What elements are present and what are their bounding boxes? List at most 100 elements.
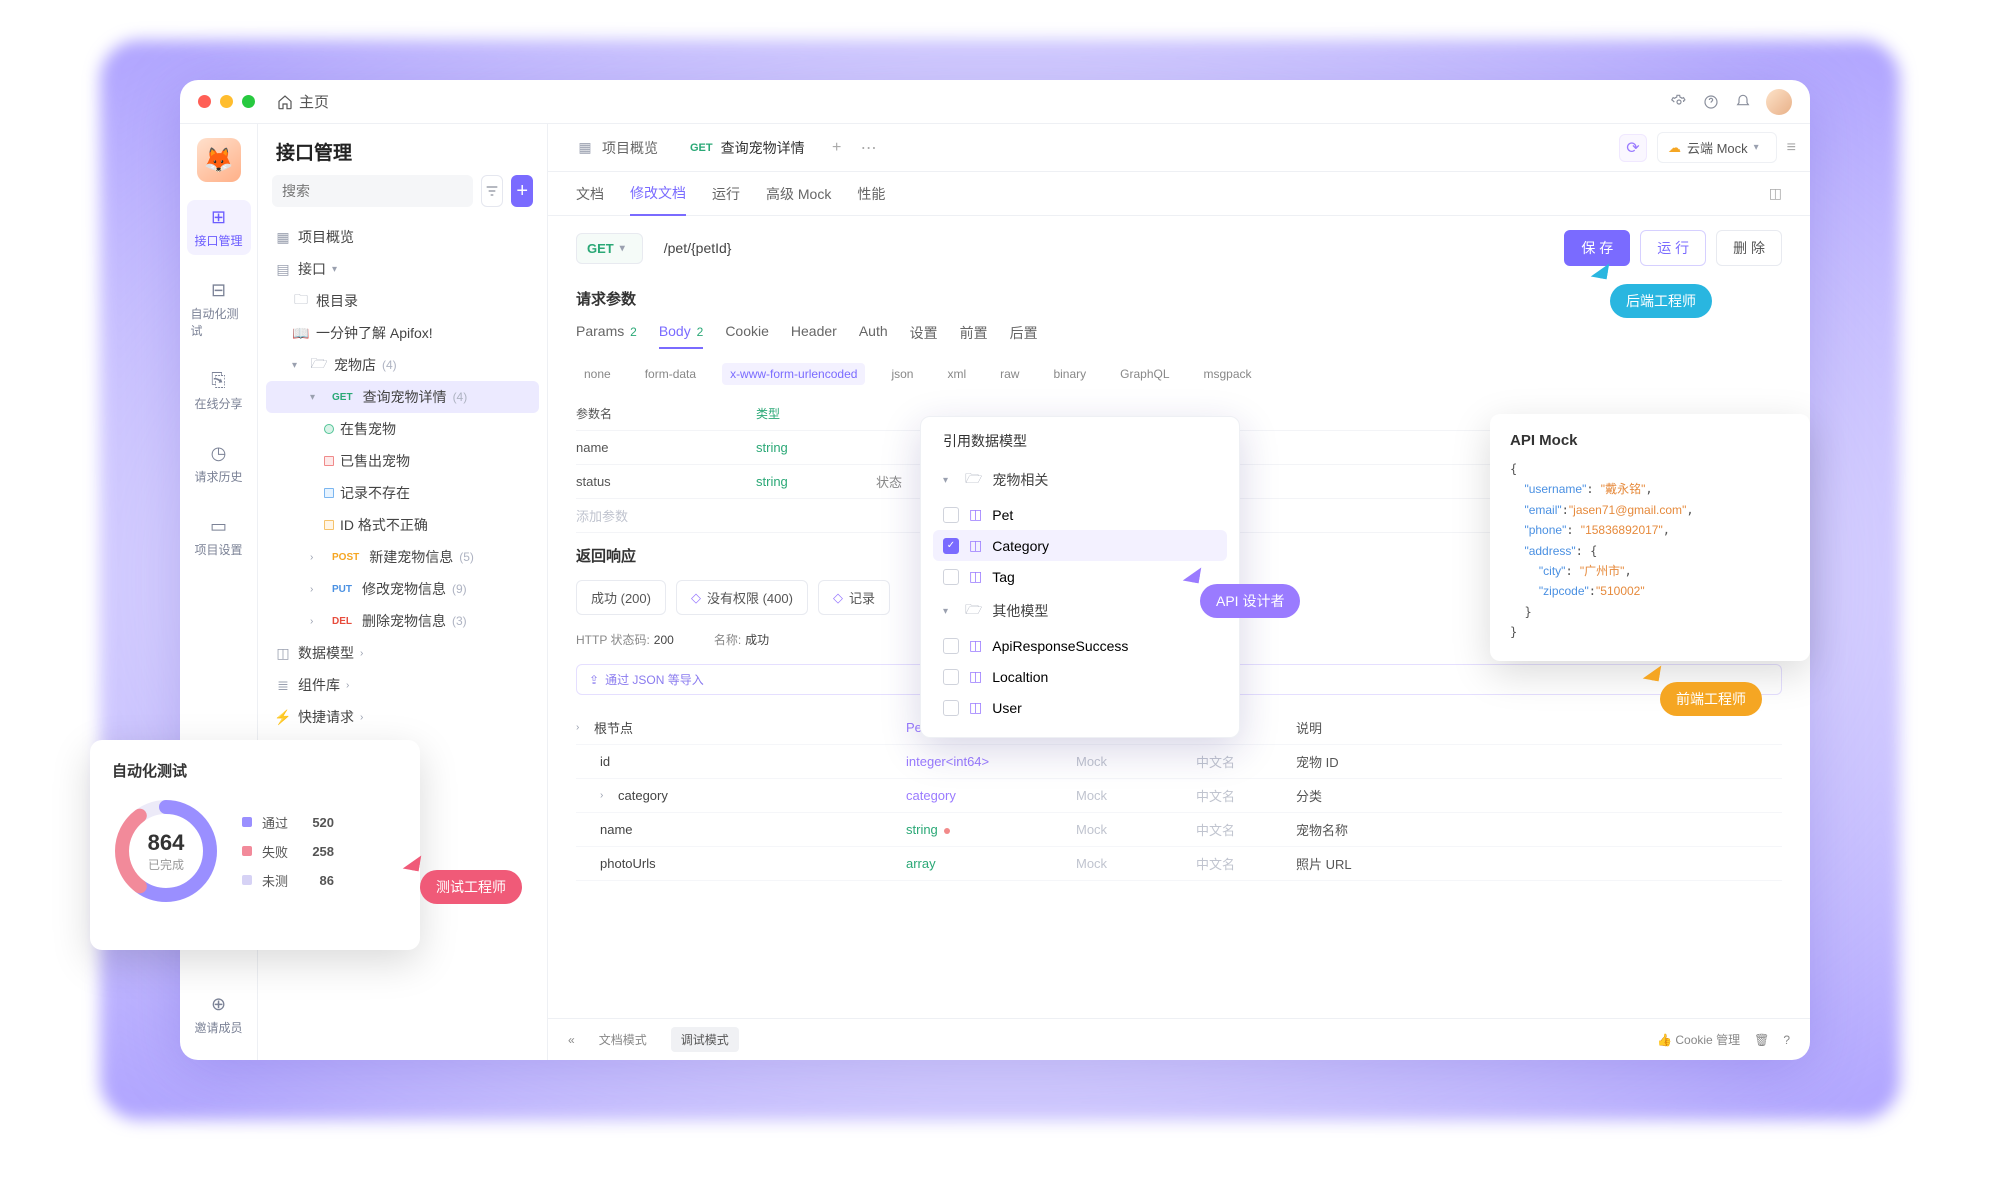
schema-row[interactable]: id integer<int64> Mock 中文名 宠物 ID <box>576 745 1782 779</box>
cube-icon: ◫ <box>969 568 982 585</box>
tree-petstore[interactable]: ▾ 🗁 宠物店 (4) <box>266 349 539 381</box>
sub-tab-edit-doc[interactable]: 修改文档 <box>630 172 686 216</box>
tree-components[interactable]: ≣组件库› <box>266 669 539 701</box>
layout-toggle-icon[interactable]: ◫ <box>1769 185 1782 202</box>
diamond-icon: ◇ <box>833 590 843 606</box>
rail-share[interactable]: ⎘ 在线分享 <box>187 363 251 418</box>
body-type-raw[interactable]: raw <box>992 363 1027 385</box>
tree-api-root[interactable]: ▤ 接口 ▾ <box>266 253 539 285</box>
param-tab-pre[interactable]: 前置 <box>960 323 988 349</box>
sub-tab-mock[interactable]: 高级 Mock <box>766 173 831 215</box>
add-tab-button[interactable]: + <box>823 134 851 162</box>
rail-invite[interactable]: ⊕ 邀请成员 <box>187 987 251 1042</box>
rail-api-management[interactable]: ⊞ 接口管理 <box>187 200 251 255</box>
body-type-none[interactable]: none <box>576 363 619 385</box>
help-icon[interactable]: ? <box>1783 1033 1790 1047</box>
param-tab-body[interactable]: Body 2 <box>659 323 704 349</box>
status-dot-blue <box>324 488 334 498</box>
tree-get-pet-detail[interactable]: ▾ GET 查询宠物详情 (4) <box>266 381 539 413</box>
body-type-xml[interactable]: xml <box>939 363 974 385</box>
schema-row[interactable]: name string Mock 中文名 宠物名称 <box>576 813 1782 847</box>
popover-item-category[interactable]: ✓◫Category <box>933 530 1227 561</box>
doc-mode-button[interactable]: 文档模式 <box>589 1027 657 1052</box>
tree-not-found[interactable]: 记录不存在 <box>266 477 539 509</box>
body-type-graphql[interactable]: GraphQL <box>1112 363 1177 385</box>
rail-history[interactable]: ◷ 请求历史 <box>187 436 251 491</box>
folder-icon: 🗀 <box>292 292 310 310</box>
maximize-window-icon[interactable] <box>242 95 255 108</box>
tree-sold[interactable]: 已售出宠物 <box>266 445 539 477</box>
resp-tab-record[interactable]: ◇记录 <box>818 580 890 615</box>
body-type-binary[interactable]: binary <box>1045 363 1094 385</box>
tree-quick-request[interactable]: ⚡快捷请求› <box>266 701 539 733</box>
tree-post-pet[interactable]: ›POST新建宠物信息(5) <box>266 541 539 573</box>
rail-settings[interactable]: ▭ 项目设置 <box>187 509 251 564</box>
url-path[interactable]: /pet/{petId} <box>653 232 1555 264</box>
body-type-urlencoded[interactable]: x-www-form-urlencoded <box>722 363 865 385</box>
share-icon: ⎘ <box>208 369 230 391</box>
delete-button[interactable]: 删 除 <box>1716 230 1782 266</box>
chevron-down-icon: ▾ <box>292 360 304 371</box>
popover-item-location[interactable]: ◫Localtion <box>927 661 1233 692</box>
sub-tab-doc[interactable]: 文档 <box>576 173 604 215</box>
popover-item-user[interactable]: ◫User <box>927 692 1233 723</box>
refresh-button[interactable]: ⟳ <box>1619 134 1647 162</box>
cookie-manage[interactable]: 👍 Cookie 管理 <box>1657 1031 1740 1048</box>
app-logo[interactable]: 🦊 <box>197 138 241 182</box>
add-button[interactable]: + <box>511 175 533 207</box>
tree-on-sale[interactable]: 在售宠物 <box>266 413 539 445</box>
param-tab-auth[interactable]: Auth <box>859 323 888 349</box>
tree-put-pet[interactable]: ›PUT修改宠物信息(9) <box>266 573 539 605</box>
body-types: none form-data x-www-form-urlencoded jso… <box>548 355 1810 393</box>
rail-automation[interactable]: ⊟ 自动化测试 <box>187 273 251 345</box>
trash-icon[interactable]: 🗑 <box>1754 1033 1769 1047</box>
resp-tab-400[interactable]: ◇没有权限 (400) <box>676 580 808 615</box>
popover-group[interactable]: ▾🗁宠物相关 <box>927 461 1233 499</box>
chevron-down-icon: ▾ <box>1754 142 1766 153</box>
search-input[interactable] <box>272 175 473 207</box>
tree-root-dir[interactable]: 🗀 根目录 <box>266 285 539 317</box>
cloud-icon: ☁ <box>1668 140 1681 156</box>
user-avatar[interactable] <box>1766 89 1792 115</box>
param-tab-header[interactable]: Header <box>791 323 837 349</box>
filter-button[interactable] <box>481 175 503 207</box>
schema-row[interactable]: photoUrls array Mock 中文名 照片 URL <box>576 847 1782 881</box>
param-tab-cookie[interactable]: Cookie <box>725 323 769 349</box>
sub-tab-perf[interactable]: 性能 <box>857 173 885 215</box>
tree-data-model[interactable]: ◫数据模型› <box>266 637 539 669</box>
window-controls[interactable] <box>198 95 255 108</box>
cube-icon: ◫ <box>274 644 292 662</box>
tab-get-pet-detail[interactable]: GET 查询宠物详情 <box>676 130 819 166</box>
popover-item-pet[interactable]: ◫Pet <box>927 499 1233 530</box>
popover-group[interactable]: ▾🗁其他模型 <box>927 592 1233 630</box>
minimize-window-icon[interactable] <box>220 95 233 108</box>
popover-item-apiresponse[interactable]: ◫ApiResponseSuccess <box>927 630 1233 661</box>
settings-icon[interactable] <box>1670 93 1688 111</box>
tree-project-overview[interactable]: ▦ 项目概览 <box>266 221 539 253</box>
tree-invalid-id[interactable]: ID 格式不正确 <box>266 509 539 541</box>
debug-mode-button[interactable]: 调试模式 <box>671 1027 739 1052</box>
mock-env-select[interactable]: ☁ 云端 Mock ▾ <box>1657 132 1777 163</box>
body-type-json[interactable]: json <box>883 363 921 385</box>
param-tab-params[interactable]: Params 2 <box>576 323 637 349</box>
home-breadcrumb[interactable]: 主页 <box>277 91 329 112</box>
tree-learn-apifox[interactable]: 📖 一分钟了解 Apifox! <box>266 317 539 349</box>
param-tab-settings[interactable]: 设置 <box>910 323 938 349</box>
resp-tab-200[interactable]: 成功 (200) <box>576 580 666 615</box>
collapse-icon[interactable]: « <box>568 1033 575 1047</box>
tree-del-pet[interactable]: ›DEL删除宠物信息(3) <box>266 605 539 637</box>
run-button[interactable]: 运 行 <box>1640 230 1706 266</box>
tab-project-overview[interactable]: ▦ 项目概览 <box>562 130 672 166</box>
menu-icon[interactable]: ≡ <box>1787 139 1796 157</box>
tab-more-button[interactable]: ⋯ <box>855 134 883 162</box>
body-type-form-data[interactable]: form-data <box>637 363 704 385</box>
param-tab-post[interactable]: 后置 <box>1010 323 1038 349</box>
notification-icon[interactable] <box>1734 93 1752 111</box>
sub-tabs: 文档 修改文档 运行 高级 Mock 性能 ◫ <box>548 172 1810 216</box>
close-window-icon[interactable] <box>198 95 211 108</box>
sub-tab-run[interactable]: 运行 <box>712 173 740 215</box>
help-icon[interactable] <box>1702 93 1720 111</box>
method-select[interactable]: GET ▾ <box>576 233 643 264</box>
schema-row[interactable]: ›category category Mock 中文名 分类 <box>576 779 1782 813</box>
body-type-msgpack[interactable]: msgpack <box>1196 363 1260 385</box>
